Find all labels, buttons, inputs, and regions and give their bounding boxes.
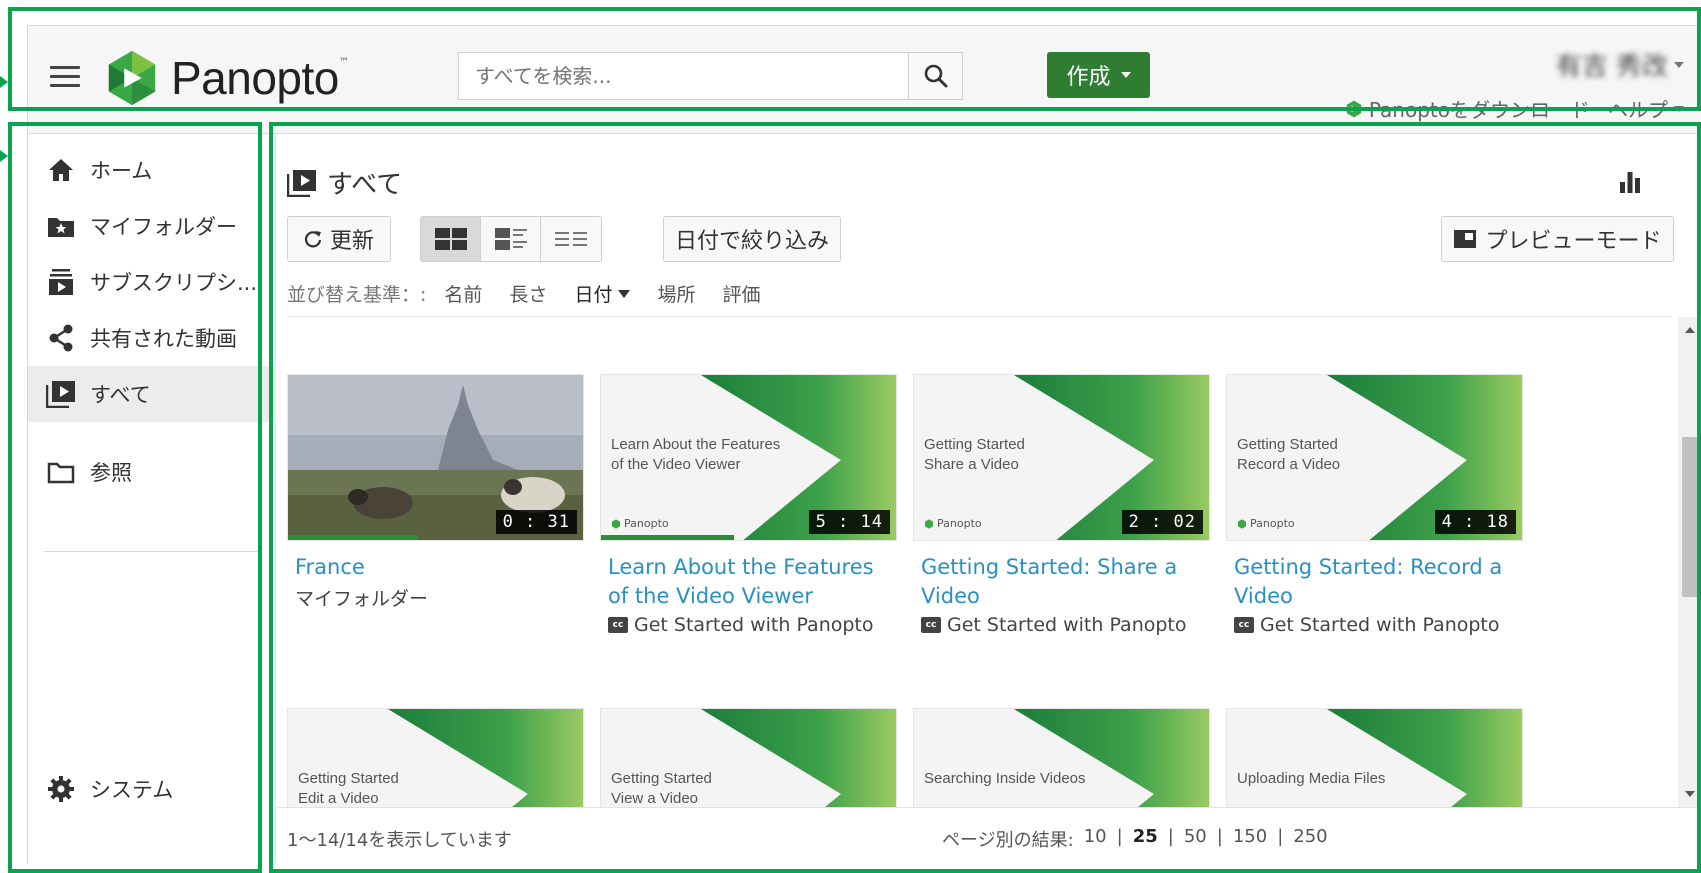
annotation-arrow — [0, 150, 8, 162]
annotation-box-main — [269, 122, 1701, 873]
annotation-box-header — [8, 7, 1701, 111]
annotation-arrow — [0, 76, 8, 88]
annotation-box-sidebar — [8, 122, 262, 873]
